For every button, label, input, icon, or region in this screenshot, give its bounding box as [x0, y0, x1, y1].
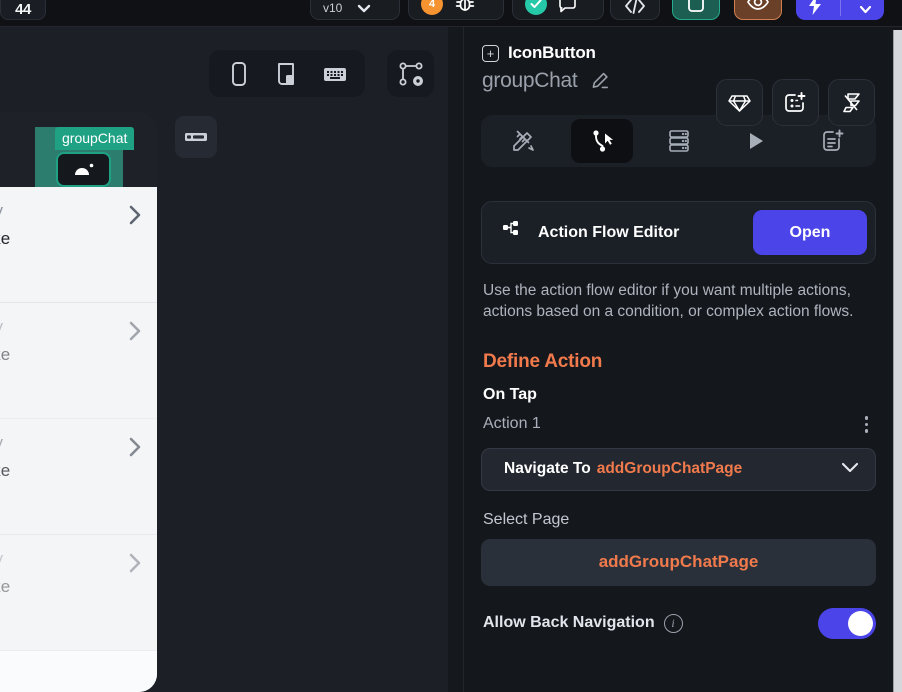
background-window-edge	[893, 30, 902, 692]
allow-back-navigation-label: Allow Back Navigation	[483, 614, 655, 632]
list-item[interactable]: Yesterday Never take ven...	[0, 535, 157, 651]
preview-toggle-button[interactable]	[734, 0, 782, 20]
phone-icon[interactable]	[217, 55, 261, 93]
toolbar-widget-icon[interactable]	[175, 116, 217, 158]
properties-panel[interactable]: + IconButton groupChat	[463, 27, 893, 692]
run-dropdown-icon[interactable]	[854, 0, 878, 16]
list-item-date: Yesterday	[0, 549, 139, 569]
info-icon[interactable]: i	[664, 614, 683, 633]
project-badge-number: 44	[15, 1, 31, 18]
select-page-label: Select Page	[483, 511, 893, 529]
action-row-header: Action 1	[483, 413, 874, 436]
action-type-dropdown[interactable]: Navigate To addGroupChatPage	[481, 448, 876, 491]
canvas-right-gutter	[448, 27, 463, 692]
add-widget-icon[interactable]: +	[482, 45, 499, 62]
run-button-group[interactable]	[796, 0, 884, 20]
chevron-right-icon	[128, 203, 143, 232]
action-options-menu-icon[interactable]	[859, 413, 875, 436]
list-item-line2: ven...	[0, 256, 139, 287]
list-item-date: Yesterday	[0, 201, 139, 221]
chevron-right-icon	[128, 319, 143, 348]
chevron-down-icon	[839, 459, 861, 480]
panel-header-actions[interactable]	[716, 79, 875, 126]
list-item-line1: Never take	[0, 339, 139, 370]
device-preview-button[interactable]	[672, 0, 720, 20]
chevron-right-icon	[128, 435, 143, 464]
list-item-line1: Never take	[0, 571, 139, 602]
widget-tree-icon[interactable]	[387, 50, 434, 97]
flow-nodes-icon	[501, 219, 523, 246]
selected-page-button[interactable]: addGroupChatPage	[481, 539, 876, 586]
chevron-right-icon	[128, 551, 143, 580]
run-icon[interactable]	[803, 0, 827, 16]
list-item-line2: ven...	[0, 488, 139, 519]
action-target-label: addGroupChatPage	[597, 460, 839, 478]
issue-count-badge: 4	[421, 0, 443, 15]
code-view-button[interactable]	[610, 0, 660, 20]
chat-list[interactable]: Yesterday Never take ven... Yesterday Ne…	[0, 187, 157, 692]
device-preview-icon	[684, 0, 708, 15]
list-item-date: Yesterday	[0, 317, 139, 337]
keyboard-icon[interactable]	[313, 55, 357, 93]
list-item-partial[interactable]	[0, 651, 157, 692]
list-item[interactable]: Yesterday Never take ven...	[0, 419, 157, 535]
split-view-icon[interactable]	[265, 55, 309, 93]
selected-widget-label: groupChat	[55, 127, 134, 150]
phone-preview[interactable]: s groupChat Yesterday Never take ven... …	[0, 112, 157, 692]
issues-group[interactable]: 4	[408, 0, 504, 20]
run-divider	[840, 0, 841, 16]
project-badge[interactable]: 44	[0, 0, 46, 20]
top-toolbar: 44 v10 4	[0, 0, 902, 27]
version-label: v10	[323, 1, 342, 15]
eye-icon	[746, 0, 770, 15]
action-index-label: Action 1	[483, 415, 859, 433]
chevron-down-icon	[352, 0, 376, 15]
groupchat-icon-button[interactable]	[56, 152, 111, 187]
action-type-label: Navigate To	[504, 460, 591, 478]
version-selector[interactable]: v10	[310, 0, 400, 20]
bug-icon[interactable]	[453, 0, 477, 15]
comments-group[interactable]	[512, 0, 604, 20]
list-item[interactable]: Yesterday Never take ven...	[0, 303, 157, 419]
allow-back-navigation-toggle[interactable]	[818, 608, 876, 639]
widget-name: groupChat	[482, 69, 577, 93]
trigger-label: On Tap	[483, 386, 893, 404]
action-flow-editor-description: Use the action flow editor if you want m…	[483, 280, 873, 322]
chat-bubble-icon[interactable]	[557, 0, 581, 15]
widget-type-title: IconButton	[508, 43, 596, 63]
list-item-line2: ven...	[0, 372, 139, 403]
allow-back-navigation-row: Allow Back Navigation i	[483, 608, 876, 639]
device-toolbar[interactable]	[209, 50, 365, 97]
define-action-heading: Define Action	[483, 351, 893, 373]
gem-icon[interactable]	[716, 79, 763, 126]
list-item-date: Yesterday	[0, 433, 139, 453]
check-badge-icon	[525, 0, 547, 15]
tab-actions[interactable]	[571, 119, 633, 163]
tab-backend[interactable]	[648, 119, 710, 163]
phone-appbar: s groupChat	[0, 112, 157, 187]
list-item-line1: Never take	[0, 223, 139, 254]
action-flow-editor-label: Action Flow Editor	[538, 224, 738, 242]
add-component-icon[interactable]	[772, 79, 819, 126]
action-flow-editor-card[interactable]: Action Flow Editor Open	[481, 201, 876, 264]
list-item-line2: ven...	[0, 604, 139, 635]
edit-pencil-icon[interactable]	[590, 71, 610, 91]
open-action-flow-editor-button[interactable]: Open	[753, 210, 867, 255]
flow-branch-icon[interactable]	[828, 79, 875, 126]
code-brackets-icon	[623, 0, 647, 15]
list-item-line1: Never take	[0, 455, 139, 486]
tab-design[interactable]	[494, 119, 556, 163]
list-item[interactable]: Yesterday Never take ven...	[0, 187, 157, 303]
toggle-knob	[848, 611, 873, 636]
